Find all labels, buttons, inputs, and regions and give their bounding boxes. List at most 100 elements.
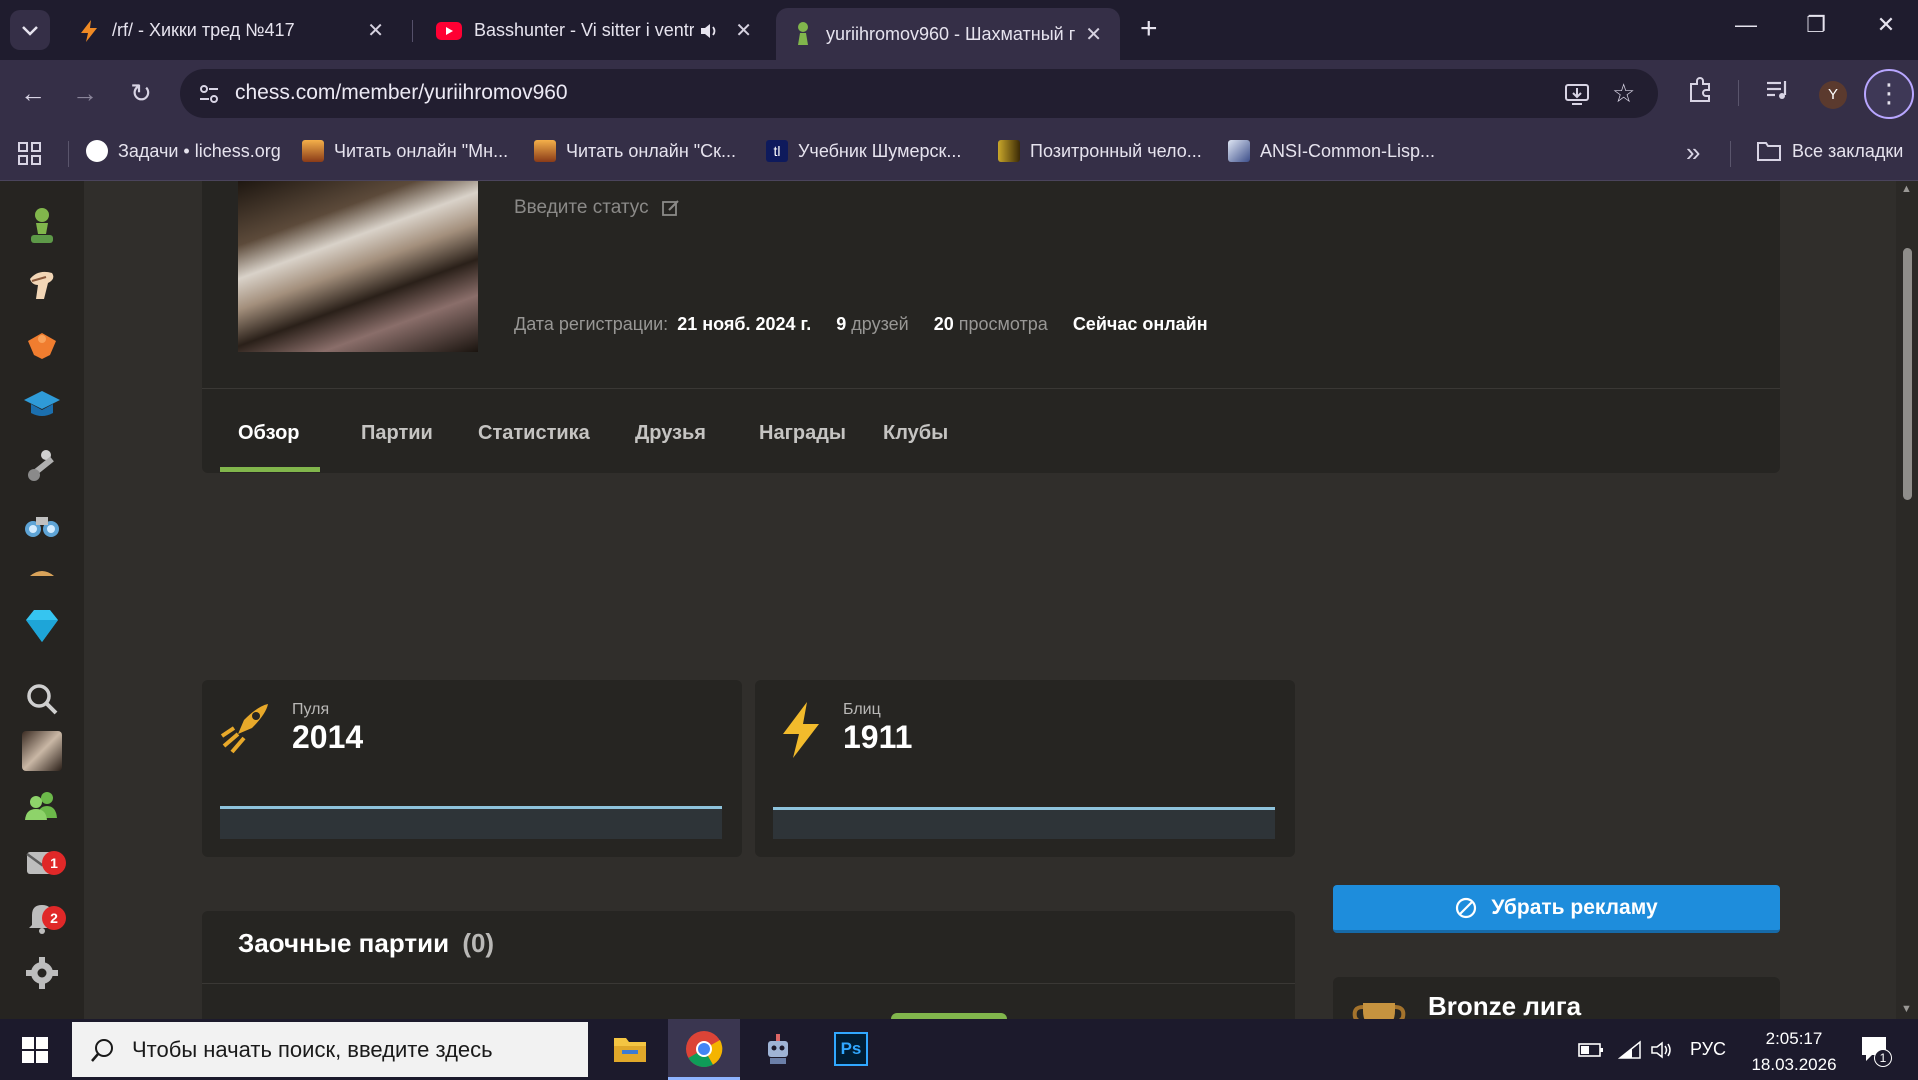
site-settings-icon[interactable]	[196, 81, 222, 107]
install-app-icon[interactable]	[1564, 81, 1590, 107]
more-items-icon[interactable]	[22, 566, 62, 576]
more-bookmarks-button[interactable]: »	[1686, 137, 1700, 168]
views-count: 20	[933, 314, 954, 334]
tab-awards[interactable]: Награды	[759, 422, 846, 445]
all-bookmarks-label: Все закладки	[1792, 140, 1904, 161]
tab-friends[interactable]: Друзья	[635, 422, 706, 445]
rating-card-bullet[interactable]: Пуля 2014	[202, 680, 742, 857]
menu-button[interactable]: ⋮	[1864, 69, 1914, 119]
bookmark-item[interactable]: ANSI-Common-Lisp...	[1228, 140, 1435, 162]
bookmark-item[interactable]: Читать онлайн "Мн...	[302, 140, 508, 162]
close-icon[interactable]: ✕	[1085, 22, 1102, 47]
friends-count[interactable]: 9	[836, 314, 846, 334]
views-label: просмотра	[958, 314, 1048, 334]
close-window-icon[interactable]: ✕	[1866, 12, 1906, 38]
puzzles-icon[interactable]	[22, 325, 62, 365]
clock-date: 18.03.2026	[1751, 1055, 1837, 1074]
photoshop-app[interactable]: Ps	[816, 1019, 888, 1080]
browser-tab[interactable]: /rf/ - Хикки тред №417 ✕	[62, 8, 402, 53]
profile-avatar[interactable]: Y	[1819, 81, 1847, 109]
minimize-icon[interactable]: —	[1726, 12, 1766, 38]
main-content: Введите статус Дата регистрации: 21 нояб…	[84, 181, 1896, 1019]
restore-icon[interactable]: ❐	[1796, 12, 1836, 38]
bookmark-item[interactable]: Задачи • lichess.org	[86, 140, 281, 162]
star-icon[interactable]: ☆	[1612, 78, 1635, 109]
search-icon[interactable]	[22, 679, 62, 719]
file-explorer-app[interactable]	[594, 1019, 666, 1080]
tab-overview[interactable]: Обзор	[238, 422, 300, 445]
bookmark-item[interactable]: Позитронный чело...	[998, 140, 1202, 162]
bolt-icon	[81, 19, 97, 42]
language-indicator[interactable]: РУС	[1690, 1039, 1726, 1060]
bookmark-item[interactable]: tl Учебник Шумерск...	[766, 140, 961, 162]
close-icon[interactable]: ✕	[367, 18, 384, 43]
folder-icon	[614, 1038, 646, 1062]
profile-photo[interactable]	[238, 181, 478, 352]
rating-graph	[220, 809, 722, 839]
taskbar-search-box[interactable]: Чтобы начать поиск, введите здесь	[72, 1022, 588, 1077]
correspondence-title-text: Заочные партии	[238, 928, 450, 958]
correspondence-card: Заочные партии (0)	[202, 911, 1295, 1019]
windows-start-icon[interactable]	[22, 1037, 48, 1063]
play-hand-icon[interactable]	[22, 265, 62, 305]
rating-graph	[773, 810, 1275, 839]
learn-icon[interactable]	[22, 385, 62, 425]
tab-games[interactable]: Партии	[361, 422, 433, 445]
status-input[interactable]: Введите статус	[514, 197, 681, 219]
close-icon[interactable]: ✕	[735, 18, 752, 43]
volume-icon[interactable]	[1650, 1040, 1674, 1060]
scrollbar-thumb[interactable]	[1903, 248, 1912, 500]
game-app[interactable]	[742, 1019, 814, 1080]
speaker-icon[interactable]	[698, 20, 720, 42]
new-tab-button[interactable]: +	[1140, 12, 1158, 46]
rating-card-blitz[interactable]: Блиц 1911	[755, 680, 1295, 857]
scroll-up-arrow[interactable]: ▲	[1901, 183, 1912, 195]
address-bar[interactable]: chess.com/member/yuriihromov960 ☆	[180, 69, 1658, 118]
league-card[interactable]: Bronze лига	[1333, 977, 1780, 1019]
blitz-icon	[783, 702, 819, 758]
chess-pawn-logo-icon[interactable]	[22, 206, 62, 246]
watch-icon[interactable]	[22, 445, 62, 485]
tab-stats[interactable]: Статистика	[478, 422, 590, 445]
friends-icon[interactable]	[22, 786, 62, 826]
reload-icon[interactable]: ↻	[122, 74, 160, 112]
gear-icon[interactable]	[22, 953, 62, 993]
clock[interactable]: 2:05:17 18.03.2026	[1744, 1026, 1844, 1078]
binoculars-icon[interactable]	[22, 505, 62, 545]
no-ads-icon	[1456, 897, 1477, 918]
edit-icon[interactable]	[661, 198, 681, 218]
book-icon	[998, 140, 1020, 162]
chrome-icon	[686, 1031, 723, 1068]
tab-clubs[interactable]: Клубы	[883, 422, 948, 445]
forward-icon[interactable]: →	[66, 74, 104, 112]
apps-grid-icon[interactable]	[18, 142, 42, 166]
correspondence-title[interactable]: Заочные партии (0)	[238, 928, 494, 959]
browser-tab[interactable]: Basshunter - Vi sitter i ventr ✕	[420, 8, 770, 53]
profile-meta: Дата регистрации: 21 нояб. 2024 г. 9 дру…	[514, 314, 1208, 335]
friends-label[interactable]: друзей	[851, 314, 908, 334]
divider	[202, 388, 1780, 389]
youtube-icon	[436, 21, 462, 40]
scroll-down-arrow[interactable]: ▼	[1901, 1003, 1912, 1015]
back-icon[interactable]: ←	[14, 74, 52, 112]
remove-ads-button[interactable]: Убрать рекламу	[1333, 885, 1780, 933]
lisp-icon	[1228, 140, 1250, 162]
diamond-icon[interactable]	[22, 606, 62, 646]
battery-icon[interactable]	[1578, 1042, 1604, 1058]
extensions-icon[interactable]	[1686, 76, 1714, 104]
all-bookmarks-button[interactable]: Все закладки	[1756, 140, 1903, 162]
media-control-icon[interactable]	[1764, 76, 1792, 104]
divider	[1738, 80, 1739, 106]
wifi-icon[interactable]	[1618, 1040, 1642, 1060]
bookmark-label: ANSI-Common-Lisp...	[1260, 140, 1436, 161]
bookmark-label: Читать онлайн "Мн...	[334, 140, 509, 161]
registered-label: Дата регистрации:	[514, 314, 669, 334]
tab-search-button[interactable]	[10, 10, 50, 50]
league-title: Bronze лига	[1428, 991, 1582, 1019]
browser-tab-active[interactable]: yuriihromov960 - Шахматный г ✕	[776, 8, 1120, 60]
user-avatar[interactable]	[22, 731, 62, 771]
chrome-app[interactable]	[668, 1019, 740, 1080]
chess-pawn-icon	[798, 22, 808, 45]
bookmark-item[interactable]: Читать онлайн "Ск...	[534, 140, 736, 162]
online-status: Сейчас онлайн	[1072, 314, 1208, 334]
